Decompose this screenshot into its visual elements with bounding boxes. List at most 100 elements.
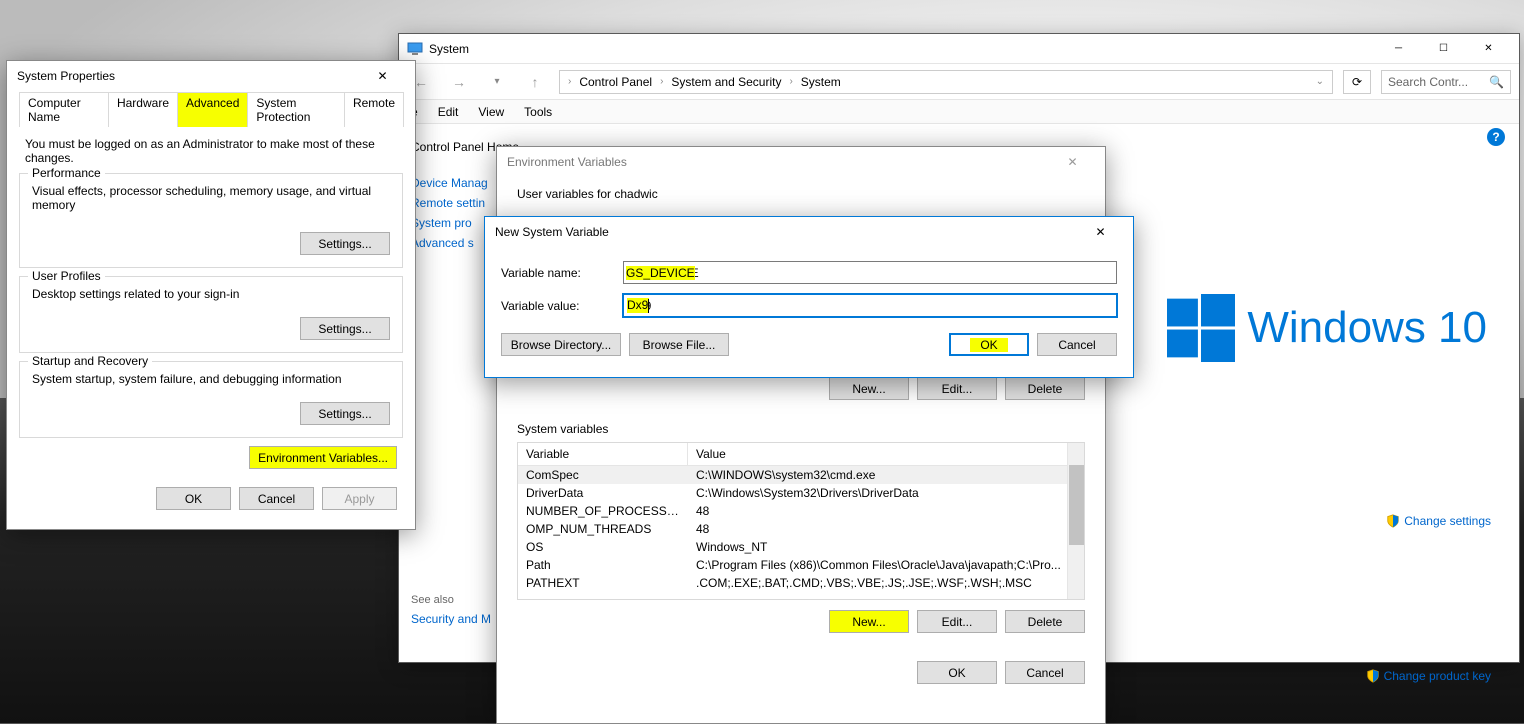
- windows-10-label: Windows 10: [1247, 303, 1487, 353]
- search-icon: 🔍: [1489, 75, 1504, 89]
- shield-icon: [1366, 669, 1380, 683]
- computer-icon: [407, 41, 423, 57]
- tab-advanced[interactable]: Advanced: [177, 92, 248, 127]
- scrollbar[interactable]: [1067, 443, 1084, 599]
- user-new-button[interactable]: New...: [829, 377, 909, 400]
- menu-bar: e Edit View Tools: [399, 100, 1519, 124]
- dropdown-icon[interactable]: ⌄: [1316, 76, 1324, 87]
- menu-item[interactable]: Tools: [524, 105, 552, 119]
- user-vars-label: User variables for chadwic: [517, 187, 1085, 201]
- forward-button[interactable]: →: [445, 68, 473, 96]
- refresh-button[interactable]: ⟳: [1343, 70, 1371, 94]
- system-variables-table[interactable]: Variable Value ComSpecC:\WINDOWS\system3…: [517, 442, 1085, 600]
- performance-label: Performance: [28, 166, 105, 180]
- tab-hardware[interactable]: Hardware: [108, 92, 178, 127]
- breadcrumb[interactable]: System: [797, 75, 845, 89]
- cancel-button[interactable]: Cancel: [239, 487, 314, 510]
- table-row[interactable]: NUMBER_OF_PROCESSORS48: [518, 502, 1084, 520]
- performance-group: Performance Visual effects, processor sc…: [19, 173, 403, 268]
- admin-note: You must be logged on as an Administrato…: [7, 127, 415, 165]
- table-row[interactable]: PATHEXT.COM;.EXE;.BAT;.CMD;.VBS;.VBE;.JS…: [518, 574, 1084, 592]
- variable-name-label: Variable name:: [501, 266, 611, 280]
- user-edit-button[interactable]: Edit...: [917, 377, 997, 400]
- table-row[interactable]: PathC:\Program Files (x86)\Common Files\…: [518, 556, 1084, 574]
- sys-new-button[interactable]: New...: [829, 610, 909, 633]
- apply-button[interactable]: Apply: [322, 487, 397, 510]
- breadcrumb[interactable]: Control Panel: [575, 75, 656, 89]
- change-product-key-label: Change product key: [1384, 669, 1491, 683]
- chevron-right-icon: ›: [789, 76, 792, 87]
- col-value[interactable]: Value: [688, 443, 1084, 465]
- chevron-right-icon: ›: [660, 76, 663, 87]
- menu-item[interactable]: View: [478, 105, 504, 119]
- tab-system-protection[interactable]: System Protection: [247, 92, 345, 127]
- shield-icon: [1386, 514, 1400, 528]
- sys-vars-label: System variables: [517, 422, 1085, 436]
- close-button[interactable]: ✕: [360, 62, 405, 91]
- profiles-group: User Profiles Desktop settings related t…: [19, 276, 403, 353]
- startup-group: Startup and Recovery System startup, sys…: [19, 361, 403, 438]
- cancel-button[interactable]: Cancel: [1005, 661, 1085, 684]
- system-title: System: [429, 42, 1376, 56]
- chevron-right-icon: ›: [568, 76, 571, 87]
- performance-desc: Visual effects, processor scheduling, me…: [32, 184, 390, 212]
- startup-desc: System startup, system failure, and debu…: [32, 372, 390, 386]
- performance-settings-button[interactable]: Settings...: [300, 232, 390, 255]
- close-button[interactable]: ✕: [1466, 34, 1511, 63]
- recent-dropdown[interactable]: ▾: [483, 68, 511, 96]
- variable-value-label: Variable value:: [501, 299, 611, 313]
- envvars-title: Environment Variables: [507, 155, 1050, 169]
- new-system-variable-dialog: New System Variable ✕ Variable name: GS_…: [484, 216, 1134, 378]
- change-product-key-link[interactable]: Change product key: [1366, 669, 1491, 683]
- cancel-button[interactable]: Cancel: [1037, 333, 1117, 356]
- table-row[interactable]: OSWindows_NT: [518, 538, 1084, 556]
- startup-settings-button[interactable]: Settings...: [300, 402, 390, 425]
- user-delete-button[interactable]: Delete: [1005, 377, 1085, 400]
- windows-logo: Windows 10: [1167, 294, 1487, 362]
- close-button[interactable]: ✕: [1078, 218, 1123, 247]
- sys-delete-button[interactable]: Delete: [1005, 610, 1085, 633]
- table-row[interactable]: ComSpecC:\WINDOWS\system32\cmd.exe: [518, 466, 1084, 484]
- col-variable[interactable]: Variable: [518, 443, 688, 465]
- see-also-label: See also: [411, 594, 491, 606]
- startup-label: Startup and Recovery: [28, 354, 152, 368]
- nav-toolbar: ← → ▾ ↑ › Control Panel › System and Sec…: [399, 64, 1519, 100]
- envvars-titlebar[interactable]: Environment Variables ✕: [497, 147, 1105, 177]
- environment-variables-button[interactable]: Environment Variables...: [249, 446, 397, 469]
- system-titlebar[interactable]: System ─ ☐ ✕: [399, 34, 1519, 64]
- minimize-button[interactable]: ─: [1376, 34, 1421, 63]
- sysprops-titlebar[interactable]: System Properties ✕: [7, 61, 415, 91]
- close-button[interactable]: ✕: [1050, 148, 1095, 177]
- sys-edit-button[interactable]: Edit...: [917, 610, 997, 633]
- sysprops-title: System Properties: [17, 69, 360, 83]
- table-row[interactable]: DriverDataC:\Windows\System32\Drivers\Dr…: [518, 484, 1084, 502]
- menu-item[interactable]: Edit: [438, 105, 459, 119]
- maximize-button[interactable]: ☐: [1421, 34, 1466, 63]
- see-also-item[interactable]: Security and M: [411, 612, 491, 626]
- breadcrumb[interactable]: System and Security: [667, 75, 785, 89]
- browse-file-button[interactable]: Browse File...: [629, 333, 729, 356]
- ok-button[interactable]: OK: [949, 333, 1029, 356]
- ok-button[interactable]: OK: [917, 661, 997, 684]
- table-row[interactable]: OMP_NUM_THREADS48: [518, 520, 1084, 538]
- address-bar[interactable]: › Control Panel › System and Security › …: [559, 70, 1333, 94]
- search-input[interactable]: Search Contr... 🔍: [1381, 70, 1511, 94]
- tab-computer-name[interactable]: Computer Name: [19, 92, 109, 127]
- newvar-title: New System Variable: [495, 225, 1078, 239]
- up-button[interactable]: ↑: [521, 68, 549, 96]
- system-properties-dialog: System Properties ✕ Computer Name Hardwa…: [6, 60, 416, 530]
- ok-button[interactable]: OK: [156, 487, 231, 510]
- profiles-label: User Profiles: [28, 269, 105, 283]
- sysprops-tabs: Computer Name Hardware Advanced System P…: [19, 91, 403, 127]
- variable-name-input[interactable]: [623, 261, 1117, 284]
- newvar-titlebar[interactable]: New System Variable ✕: [485, 217, 1133, 247]
- change-settings-link[interactable]: Change settings: [1386, 514, 1491, 528]
- variable-value-input[interactable]: [623, 294, 1117, 317]
- help-icon[interactable]: ?: [1487, 128, 1505, 146]
- profiles-settings-button[interactable]: Settings...: [300, 317, 390, 340]
- tab-remote[interactable]: Remote: [344, 92, 404, 127]
- profiles-desc: Desktop settings related to your sign-in: [32, 287, 390, 301]
- change-settings-label: Change settings: [1404, 514, 1491, 528]
- search-placeholder: Search Contr...: [1388, 75, 1468, 89]
- browse-directory-button[interactable]: Browse Directory...: [501, 333, 621, 356]
